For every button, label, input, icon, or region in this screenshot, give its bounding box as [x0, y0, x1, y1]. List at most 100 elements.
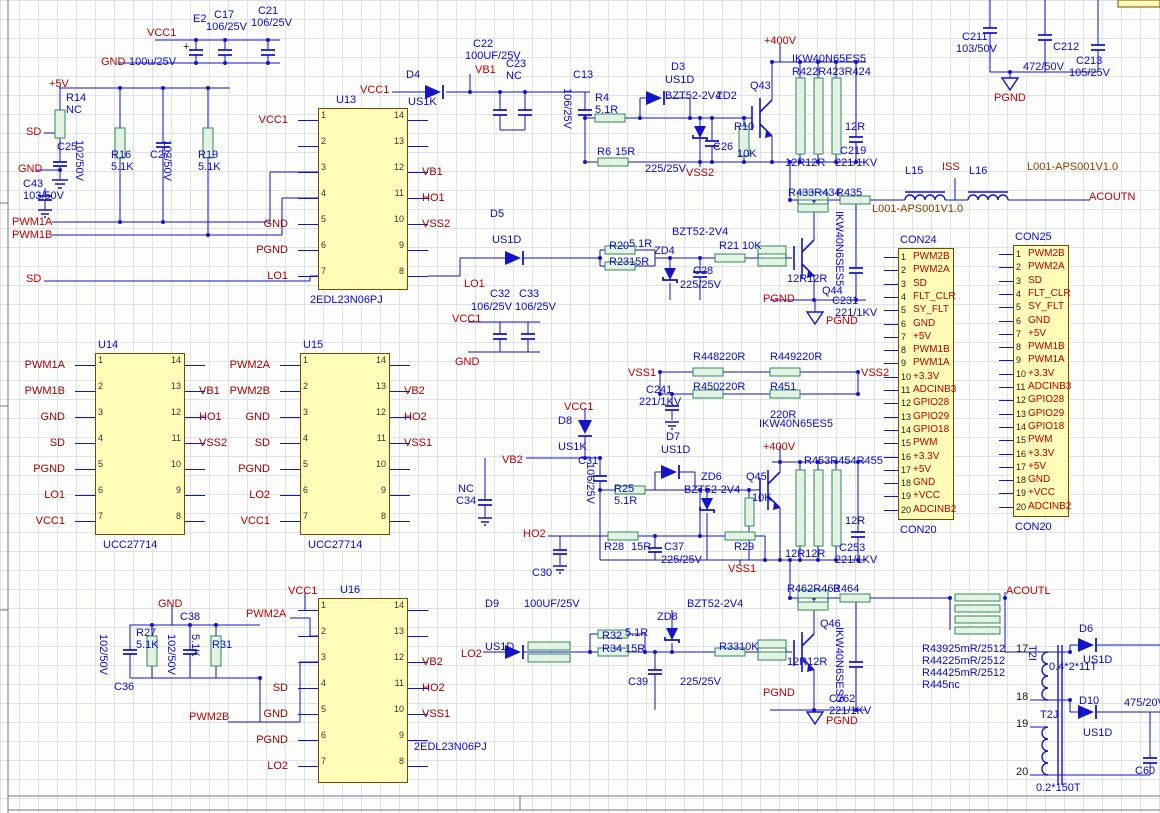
pin-number: 8	[398, 266, 404, 276]
pin-stub	[999, 440, 1013, 442]
pin-number: 9	[1016, 355, 1022, 366]
pin-stub	[884, 270, 898, 272]
pin-net-label: GPIO28	[1028, 394, 1065, 406]
pin-net-label: PWM2B	[1028, 248, 1065, 259]
pin-net-label: GND	[1028, 474, 1051, 486]
net-label: PWM1B	[12, 229, 53, 241]
pin-number: 4	[901, 291, 907, 302]
pin-net-label: LO1	[44, 489, 65, 501]
pin-number: 1	[1016, 249, 1022, 259]
component-label: US1D	[492, 234, 522, 246]
pin-number: 2	[321, 136, 327, 146]
pin-stub	[999, 307, 1013, 309]
pin-number: 2	[98, 381, 104, 391]
component-label: 103/50V	[956, 43, 997, 55]
component-label: R433R434	[788, 187, 841, 199]
pin-net-label: +5V	[1028, 327, 1047, 339]
pin-number: 6	[303, 485, 309, 495]
pin-net-label: ADCINB3	[913, 384, 957, 395]
pin-stub	[884, 403, 898, 405]
pin-stub	[408, 276, 428, 277]
pin-net-label: GPIO18	[913, 423, 950, 435]
pin-number: 5	[321, 704, 327, 714]
pin-stub	[280, 443, 300, 444]
pin-stub	[884, 283, 898, 285]
component-label: C21	[258, 5, 279, 17]
component-label: ZD4	[654, 245, 675, 257]
pin-stub	[298, 636, 318, 637]
part-number: CON20	[900, 524, 937, 536]
component-label: 106/25V	[515, 301, 556, 313]
pin-number: 4	[321, 188, 327, 198]
net-label: GND	[455, 356, 480, 368]
net-label: PGND	[826, 315, 858, 327]
pin-net-label: ADCINB2	[913, 503, 957, 515]
component-label: R14	[66, 92, 87, 104]
schematic-sheet: E2 C17 106/25V C21 106/25V VCC1 + GND 100u/25V +5…	[0, 0, 1160, 813]
diode-symbols[interactable]	[425, 85, 1097, 719]
pin-number: 3	[98, 407, 104, 417]
net-label: GND	[101, 56, 126, 68]
component-label: C253	[839, 542, 866, 554]
component-label: 12R	[845, 515, 866, 527]
pin-number: 17	[1016, 461, 1027, 472]
component-label: R16	[111, 149, 132, 161]
pin-number: 12	[393, 162, 404, 172]
component-label: 106/25V	[584, 463, 596, 504]
component-label: C26	[713, 141, 734, 153]
wire-net	[129, 592, 318, 723]
component-label: C33	[519, 288, 540, 300]
pin-number: 20	[901, 504, 912, 515]
pin-number: 10	[1016, 368, 1027, 379]
pin-number: 10	[393, 704, 404, 714]
component-label: NC	[506, 70, 522, 82]
pin-number: 7	[1016, 328, 1022, 339]
pin-stub	[408, 636, 428, 637]
component-label: R451	[770, 381, 797, 393]
component-label: 12R12R	[785, 157, 826, 169]
pin-net-label: ADCINB2	[1028, 500, 1072, 512]
component-label: C23	[506, 58, 527, 70]
pin-number: 16	[901, 451, 912, 462]
pin-stub	[999, 426, 1013, 428]
pin-net-label: GND	[913, 477, 936, 489]
component-label: 5.1K	[189, 634, 201, 657]
pin-stub	[884, 483, 898, 485]
component-label: C39	[628, 676, 649, 688]
component-label: L16	[969, 165, 988, 177]
pin-number: 7	[901, 331, 907, 342]
pin-number: 5	[98, 459, 104, 469]
pin-net-label: GND	[1028, 314, 1051, 326]
component-label: 475/20V	[1124, 697, 1160, 709]
pin-net-label: ADCINB3	[1028, 381, 1072, 392]
pin-stub	[408, 146, 428, 147]
component-label: R25	[614, 483, 635, 495]
pin-net-label: +3.3V	[1028, 367, 1055, 379]
component-label: C262	[829, 693, 856, 705]
component-label: US1D	[665, 74, 695, 86]
pin-number: 1	[901, 252, 907, 262]
component-label: R33	[719, 641, 740, 653]
net-label: VCC1	[288, 585, 318, 597]
component-label: C28	[693, 265, 714, 277]
component-label: 225/25V	[680, 279, 721, 291]
partial-connector	[1117, 0, 1160, 8]
component-label: 12R12R	[785, 548, 826, 560]
pin-number: 12	[170, 407, 181, 417]
component-label: R19	[198, 149, 219, 161]
pin-number: 10	[170, 459, 181, 469]
pin-number: 14	[170, 355, 181, 365]
net-label: VSS2	[686, 167, 715, 179]
pin-number: 5	[901, 305, 907, 316]
component-label: US1D	[661, 444, 691, 456]
pin-stub	[280, 365, 300, 366]
component-label: C241	[646, 384, 673, 396]
component-label: Q46	[820, 618, 841, 630]
net-label: HO2	[523, 528, 546, 540]
component-label: IKW40N6SES5	[833, 211, 845, 287]
component-label: R453R454R455	[804, 455, 883, 467]
component-label: D10	[1079, 695, 1100, 707]
pin-number: 12	[901, 398, 912, 409]
component-label: BZT52-2V4	[672, 226, 729, 238]
pin-net-label: SD	[49, 437, 65, 449]
